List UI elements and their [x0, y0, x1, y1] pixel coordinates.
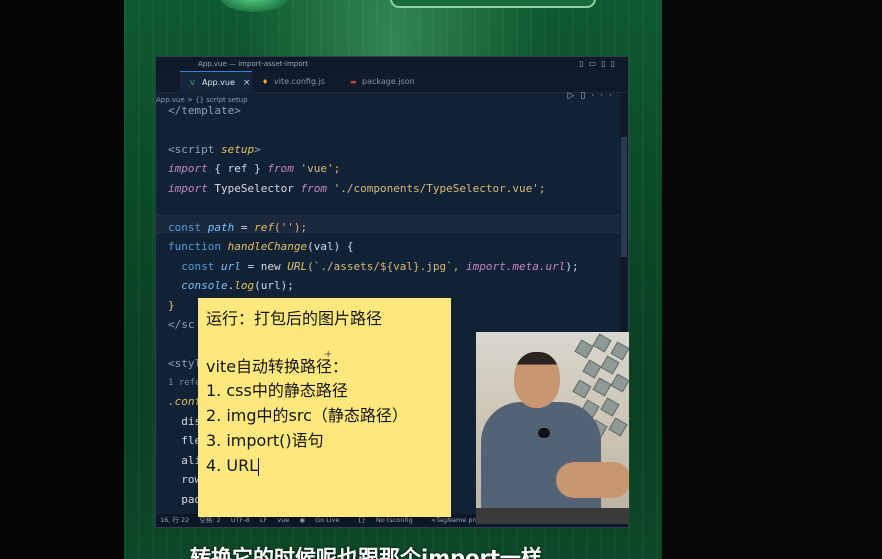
top-banner — [390, 0, 596, 8]
code-line: <styl — [168, 357, 202, 370]
tab-label: package.json — [362, 77, 415, 86]
vite-icon: ♦ — [262, 78, 269, 86]
sticky-note: 运行：打包后的图片路径 + vite自动转换路径： 1. css中的静态路径 2… — [198, 298, 451, 517]
window-titlebar: App.vue — import-asset-import ▯▭▯▯ — [156, 57, 628, 71]
tab-package-json[interactable]: ▬ package.json — [342, 71, 432, 93]
note-item: 3. import()语句 — [206, 431, 324, 450]
code-line: function handleChange(val) { — [168, 240, 354, 253]
vue-file-icon: V — [190, 79, 195, 87]
webcam-overlay — [476, 332, 629, 524]
status-encoding[interactable]: UTF-8 — [231, 516, 250, 524]
json-file-icon: ▬ — [350, 78, 357, 86]
window-title: App.vue — import-asset-import — [198, 60, 309, 68]
status-spaces[interactable]: 空格: 2 — [199, 516, 220, 524]
code-line: row — [168, 473, 202, 486]
code-line: .cont — [168, 395, 202, 408]
status-tsconfig[interactable]: {} No tsconfig — [358, 516, 421, 524]
microphone-icon — [538, 428, 550, 438]
code-line: dis — [168, 415, 202, 428]
editor-tab-bar: V App.vue × ♦ vite.config.js ▬ package.json … — [156, 71, 628, 101]
note-item: 4. URL — [206, 456, 260, 476]
tab-label: App.vue — [202, 78, 235, 87]
status-position[interactable]: 16, 行 22 — [160, 516, 189, 524]
code-line: } — [168, 299, 175, 312]
note-item: 2. img中的src（静态路径） — [206, 406, 408, 425]
code-line: const path = ref(''); — [168, 221, 308, 234]
plus-icon: + — [324, 349, 333, 360]
code-line: import { ref } from 'vue'; — [168, 162, 341, 175]
note-title: 运行：打包后的图片路径 — [206, 309, 383, 328]
tab-label: vite.config.js — [274, 77, 325, 86]
presenter-arm — [556, 462, 629, 498]
code-line: </template> — [168, 104, 241, 117]
note-item: 1. css中的静态路径 — [206, 381, 348, 400]
desk — [476, 508, 629, 524]
tab-vite-config[interactable]: ♦ vite.config.js — [256, 71, 342, 93]
right-black-bar — [662, 0, 882, 559]
status-golive[interactable]: ◉ Go Live — [299, 516, 347, 524]
top-logo-icon — [219, 0, 289, 12]
layout-controls[interactable]: ▯▭▯▯ — [579, 57, 620, 71]
code-line: import TypeSelector from './components/T… — [168, 182, 546, 195]
presenter-head — [514, 352, 560, 408]
code-line: pad — [168, 493, 202, 506]
code-line: const url = new URL(`./assets/${val}.jpg… — [168, 260, 579, 273]
code-lens[interactable]: 1 refe — [168, 374, 201, 392]
text-cursor — [258, 457, 260, 476]
braces-icon: {} — [357, 516, 368, 524]
status-language[interactable]: vue — [277, 516, 289, 524]
code-line: ali — [168, 454, 202, 467]
close-icon[interactable]: × — [243, 78, 251, 88]
tab-app-vue[interactable]: V App.vue × — [180, 71, 252, 93]
code-line: <script setup> — [168, 143, 261, 156]
broadcast-icon: ◉ — [299, 516, 308, 524]
status-eol[interactable]: LF — [260, 516, 267, 524]
code-line: fle — [168, 434, 202, 447]
scroll-thumb[interactable] — [621, 137, 627, 257]
left-black-bar — [0, 0, 124, 559]
code-line: </sc — [168, 318, 195, 331]
code-line: console.log(url); — [181, 279, 294, 292]
video-subtitle: 转换它的时候呢也跟那个import一样 — [190, 546, 542, 559]
